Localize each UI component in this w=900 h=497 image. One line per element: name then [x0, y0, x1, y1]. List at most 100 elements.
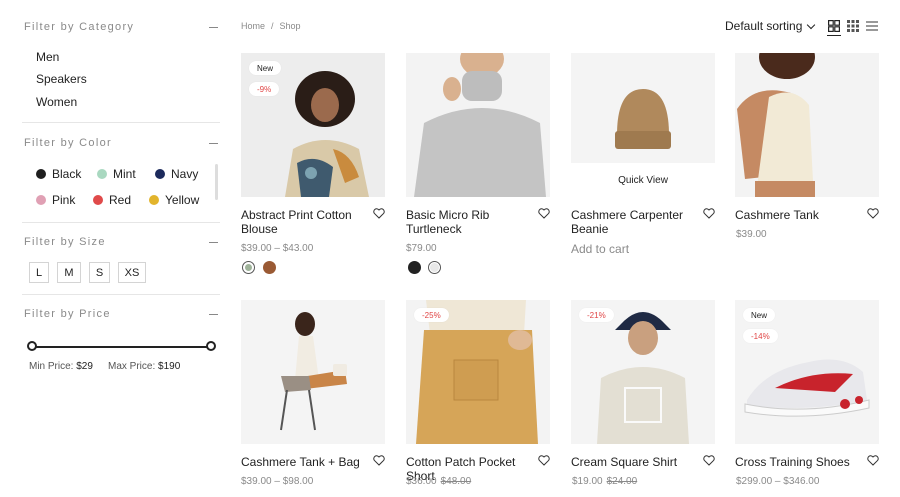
- color-dot-icon: [36, 195, 46, 205]
- color-swatch[interactable]: [428, 261, 441, 274]
- price-range: $299.00 – $346.00: [736, 476, 820, 487]
- collapse-icon[interactable]: [209, 26, 218, 28]
- product-name[interactable]: Abstract Print Cotton Blouse: [241, 208, 369, 236]
- product-price: $299.00 – $346.00: [736, 476, 819, 487]
- filter-size-title: Filter by Size: [24, 236, 106, 248]
- heart-icon[interactable]: [867, 455, 879, 466]
- product-price: $39.00: [736, 229, 767, 240]
- product-image[interactable]: -21%: [571, 300, 715, 444]
- sorting-select[interactable]: Default sorting: [725, 19, 816, 33]
- category-item-speakers[interactable]: Speakers: [36, 72, 87, 86]
- product-name[interactable]: Cashmere Tank + Bag: [241, 455, 369, 469]
- add-to-cart-link[interactable]: Add to cart: [571, 242, 629, 256]
- max-price-value: $190: [158, 361, 181, 372]
- color-item-navy[interactable]: Navy: [155, 167, 198, 181]
- product-name[interactable]: Cream Square Shirt: [571, 455, 699, 469]
- sale-badge: -9%: [249, 82, 280, 96]
- min-price-value: $29: [76, 361, 93, 372]
- list-icon[interactable]: [866, 20, 878, 32]
- max-price-label: Max Price:: [108, 361, 156, 372]
- product-photo-tank: [735, 53, 879, 197]
- color-list-scrollbar[interactable]: [215, 164, 218, 200]
- color-label: Pink: [52, 193, 76, 207]
- color-swatch[interactable]: [408, 261, 421, 274]
- quick-view-button[interactable]: Quick View: [571, 163, 715, 197]
- max-price: Max Price: $190: [108, 361, 180, 372]
- color-label: Mint: [113, 167, 136, 181]
- color-item-mint[interactable]: Mint: [97, 167, 136, 181]
- price-sale: $36.00: [406, 476, 437, 487]
- product-image[interactable]: New -9%: [241, 53, 385, 197]
- price-slider-track[interactable]: [31, 346, 211, 348]
- color-label: Navy: [171, 167, 199, 181]
- grid-2-icon[interactable]: [828, 20, 840, 32]
- color-dot-icon: [97, 169, 107, 179]
- breadcrumb-separator: /: [271, 21, 274, 31]
- heart-icon[interactable]: [538, 455, 550, 466]
- product-image[interactable]: [241, 300, 385, 444]
- heart-icon[interactable]: [703, 455, 715, 466]
- size-option-xs[interactable]: XS: [118, 262, 146, 283]
- breadcrumb-home[interactable]: Home: [241, 21, 265, 31]
- color-swatch[interactable]: [242, 261, 255, 274]
- price-sale: $19.00: [572, 476, 603, 487]
- chevron-down-icon: [807, 20, 816, 29]
- color-label: Red: [109, 193, 132, 207]
- color-item-red[interactable]: Red: [93, 193, 131, 207]
- sale-badge: -14%: [743, 329, 778, 343]
- color-item-yellow[interactable]: Yellow: [149, 193, 199, 207]
- heart-icon[interactable]: [373, 208, 385, 219]
- color-item-pink[interactable]: Pink: [36, 193, 75, 207]
- filter-category-header[interactable]: Filter by Category: [24, 17, 220, 37]
- collapse-icon[interactable]: [209, 313, 218, 315]
- divider: [22, 122, 220, 123]
- product-image[interactable]: -25%: [406, 300, 550, 444]
- product-price: $36.00 $48.00: [406, 476, 471, 487]
- grid-3-icon[interactable]: [847, 20, 859, 32]
- color-label: Black: [52, 167, 82, 181]
- product-price: $39.00 – $98.00: [241, 476, 313, 487]
- price-original: $24.00: [606, 476, 638, 487]
- swatch-fill: [430, 263, 439, 272]
- product-image[interactable]: [406, 53, 550, 197]
- size-option-l[interactable]: L: [29, 262, 49, 283]
- category-item-women[interactable]: Women: [36, 95, 77, 109]
- filter-color-title: Filter by Color: [24, 137, 112, 149]
- color-dot-icon: [36, 169, 46, 179]
- min-price-label: Min Price:: [29, 361, 74, 372]
- heart-icon[interactable]: [538, 208, 550, 219]
- filter-price-header[interactable]: Filter by Price: [24, 304, 220, 324]
- product-image[interactable]: [735, 53, 879, 197]
- color-swatch[interactable]: [263, 261, 276, 274]
- filter-category-title: Filter by Category: [24, 21, 135, 33]
- color-item-black[interactable]: Black: [36, 167, 81, 181]
- collapse-icon[interactable]: [209, 142, 218, 144]
- sorting-label: Default sorting: [725, 19, 803, 33]
- product-name[interactable]: Cashmere Tank: [735, 208, 863, 222]
- product-photo-turtleneck: [406, 53, 550, 197]
- size-option-s[interactable]: S: [89, 262, 110, 283]
- collapse-icon[interactable]: [209, 241, 218, 243]
- filter-sidebar: Filter by Category Men Speakers Women Fi…: [22, 0, 220, 497]
- heart-icon[interactable]: [373, 455, 385, 466]
- product-name[interactable]: Cross Training Shoes: [735, 455, 863, 469]
- price-slider-max-handle[interactable]: [206, 341, 216, 351]
- category-item-men[interactable]: Men: [36, 50, 59, 64]
- heart-icon[interactable]: [867, 208, 879, 219]
- filter-color-header[interactable]: Filter by Color: [24, 133, 220, 153]
- product-image[interactable]: New -14%: [735, 300, 879, 444]
- price-slider-min-handle[interactable]: [27, 341, 37, 351]
- divider: [22, 222, 220, 223]
- price-range: $39.00 – $43.00: [241, 243, 314, 254]
- product-price: $39.00 – $43.00: [241, 243, 313, 254]
- product-name[interactable]: Cashmere Carpenter Beanie: [571, 208, 699, 236]
- product-name[interactable]: Basic Micro Rib Turtleneck: [406, 208, 534, 236]
- price-single: $39.00: [736, 229, 767, 240]
- size-option-m[interactable]: M: [57, 262, 81, 283]
- heart-icon[interactable]: [703, 208, 715, 219]
- filter-price-title: Filter by Price: [24, 308, 111, 320]
- product-image[interactable]: Quick View: [571, 53, 715, 197]
- divider: [22, 294, 220, 295]
- price-single: $79.00: [406, 243, 437, 254]
- filter-size-header[interactable]: Filter by Size: [24, 232, 220, 252]
